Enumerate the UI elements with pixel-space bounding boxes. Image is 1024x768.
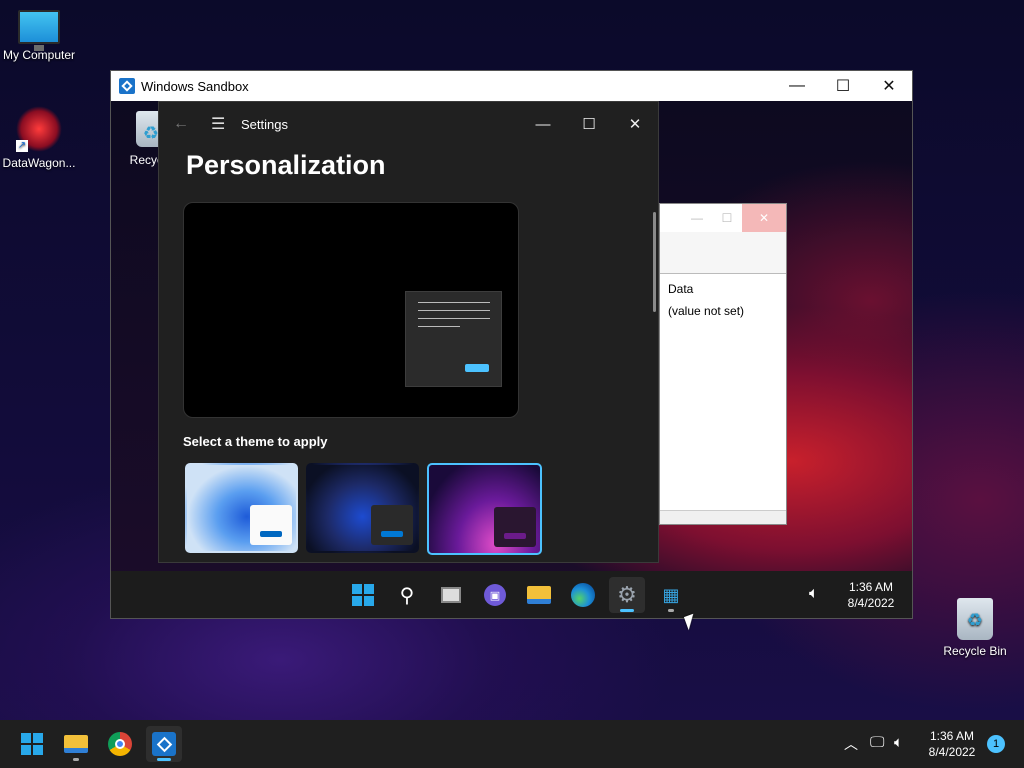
sandbox-close-button[interactable]: ✕ — [866, 71, 912, 101]
settings-window: ← ☰ Settings — ☐ ✕ Personalization Selec… — [158, 101, 659, 563]
host-taskbar: ︿ 🖵︎ 🔈︎ 1:36 AM 8/4/2022 1 — [0, 720, 1024, 768]
file-explorer-icon — [64, 735, 88, 753]
search-icon: ⚲ — [399, 584, 415, 607]
host-date: 8/4/2022 — [928, 745, 976, 759]
desktop-icon-recycle-bin[interactable]: ♻ Recycle Bin — [930, 598, 1020, 658]
windows-sandbox-icon — [152, 732, 176, 756]
chrome-button[interactable] — [102, 726, 138, 762]
registry-maximize-button[interactable]: ☐ — [712, 204, 742, 232]
file-explorer-icon — [527, 586, 551, 604]
sandbox-date: 8/4/2022 — [847, 596, 895, 610]
host-time: 1:36 AM — [929, 729, 975, 743]
search-button[interactable]: ⚲ — [389, 577, 425, 613]
start-button[interactable] — [14, 726, 50, 762]
network-icon[interactable]: 🖵︎ — [870, 734, 884, 751]
windows-sandbox-icon — [119, 78, 135, 94]
chevron-up-icon[interactable]: ︿ — [844, 734, 858, 754]
sandbox-desktop: ♻ Recycle — ☐ ✕ Data (value not set) ← ☰… — [111, 101, 912, 618]
registry-close-button[interactable]: ✕ — [742, 204, 786, 232]
registry-title-bar[interactable]: — ☐ ✕ — [660, 204, 786, 232]
shortcut-arrow-icon: ↗ — [16, 140, 28, 152]
theme-option-windows-dark[interactable] — [306, 463, 419, 553]
registry-editor-taskbar-button[interactable]: ▦ — [653, 577, 689, 613]
sandbox-title: Windows Sandbox — [141, 78, 249, 94]
volume-icon[interactable]: 🔈︎ — [809, 585, 819, 603]
theme-option-glow[interactable] — [427, 463, 542, 555]
select-theme-label: Select a theme to apply — [183, 434, 328, 449]
theme-preview — [183, 202, 519, 418]
start-button[interactable] — [345, 577, 381, 613]
sandbox-minimize-button[interactable]: — — [774, 71, 820, 101]
settings-maximize-button[interactable]: ☐ — [566, 108, 612, 140]
registry-data-header[interactable]: Data — [668, 282, 778, 296]
datawagon-icon: ↗ — [16, 106, 62, 152]
recycle-bin-icon: ♻ — [957, 598, 993, 640]
start-icon — [21, 733, 43, 755]
task-view-icon — [441, 587, 461, 603]
desktop-icon-label: Recycle Bin — [943, 644, 1007, 658]
chrome-icon — [108, 732, 132, 756]
edge-button[interactable] — [565, 577, 601, 613]
settings-scrollbar[interactable] — [653, 212, 656, 312]
volume-icon[interactable]: 🔈︎ — [894, 734, 903, 751]
hamburger-menu-icon[interactable]: ☰ — [197, 114, 237, 134]
settings-icon: ⚙ — [617, 582, 637, 607]
settings-minimize-button[interactable]: — — [520, 108, 566, 140]
file-explorer-button[interactable] — [58, 726, 94, 762]
registry-editor-icon: ▦ — [662, 584, 680, 605]
settings-taskbar-button[interactable]: ⚙ — [609, 577, 645, 613]
sandbox-taskbar: ⚲ ▣ ⚙ ▦ 🔈︎ 1:36 AM 8/4/2022 — [111, 571, 912, 618]
file-explorer-button[interactable] — [521, 577, 557, 613]
registry-minimize-button[interactable]: — — [682, 204, 712, 232]
registry-editor-window: — ☐ ✕ Data (value not set) — [659, 203, 787, 525]
chat-icon: ▣ — [484, 584, 506, 606]
sandbox-title-bar[interactable]: Windows Sandbox — ☐ ✕ — [111, 71, 912, 101]
registry-values-pane: Data (value not set) — [660, 274, 786, 318]
start-icon — [352, 584, 374, 606]
monitor-icon — [18, 10, 60, 51]
theme-list — [185, 463, 542, 555]
windows-sandbox-window: Windows Sandbox — ☐ ✕ ♻ Recycle — ☐ ✕ Da… — [110, 70, 913, 619]
registry-horizontal-scrollbar[interactable] — [660, 510, 786, 524]
sandbox-maximize-button[interactable]: ☐ — [820, 71, 866, 101]
preview-window-mockup — [405, 291, 502, 387]
settings-close-button[interactable]: ✕ — [612, 108, 658, 140]
back-arrow-icon[interactable]: ← — [173, 115, 197, 133]
notification-badge[interactable]: 1 — [987, 735, 1005, 753]
settings-title: Settings — [241, 116, 288, 132]
page-title: Personalization — [186, 150, 386, 180]
registry-data-value[interactable]: (value not set) — [668, 304, 778, 318]
sandbox-time: 1:36 AM — [848, 580, 894, 594]
settings-title-bar[interactable]: ← ☰ Settings — ☐ ✕ — [159, 102, 658, 146]
sandbox-clock[interactable]: 1:36 AM 8/4/2022 — [839, 579, 903, 611]
edge-icon — [571, 583, 595, 607]
theme-option-windows-light[interactable] — [185, 463, 298, 553]
chat-button[interactable]: ▣ — [477, 577, 513, 613]
windows-sandbox-taskbar-button[interactable] — [146, 726, 182, 762]
desktop-icon-datawagon[interactable]: ↗ DataWagon... — [0, 106, 84, 170]
desktop-icon-label: DataWagon... — [2, 156, 76, 170]
host-clock[interactable]: 1:36 AM 8/4/2022 — [920, 728, 984, 760]
desktop-icon-my-computer[interactable]: My Computer — [0, 10, 84, 62]
registry-address-bar — [660, 232, 786, 274]
task-view-button[interactable] — [433, 577, 469, 613]
